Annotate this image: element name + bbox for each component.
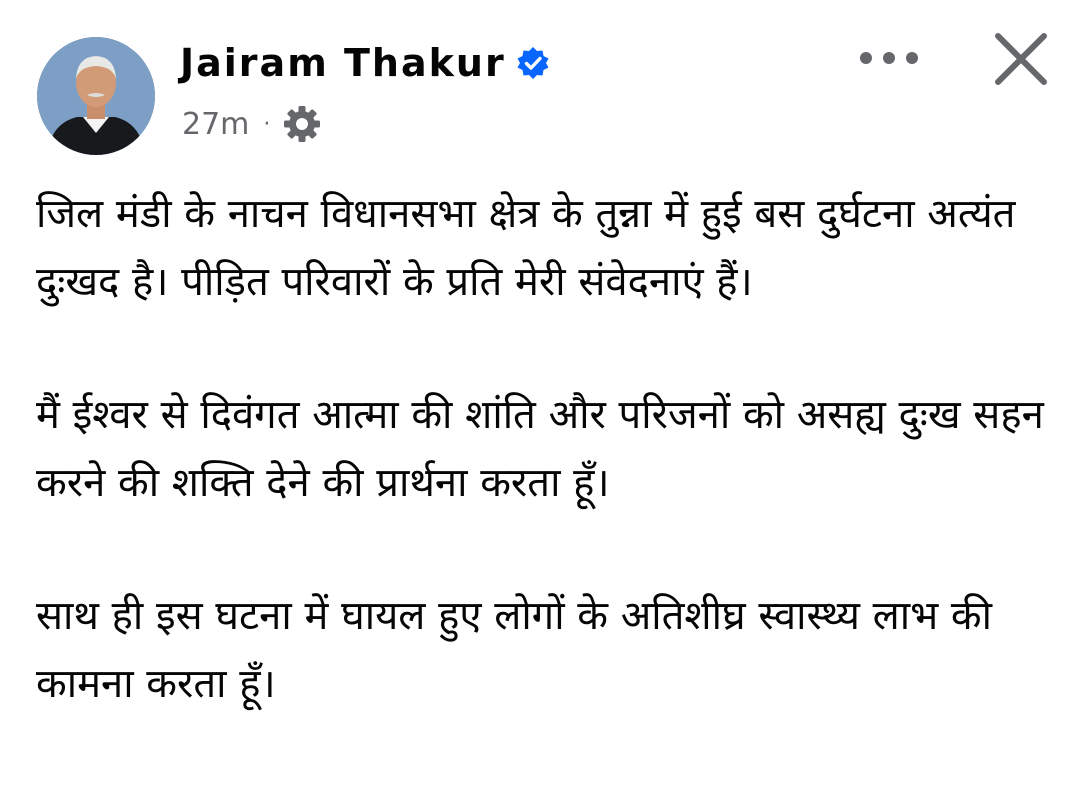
post-paragraph: जिल मंडी के नाचन विधानसभा क्षेत्र के तुन… xyxy=(36,191,1016,305)
author-row: Jairam Thakur xyxy=(180,38,550,88)
more-options-icon xyxy=(860,52,918,64)
author-name[interactable]: Jairam Thakur xyxy=(180,41,506,85)
post-paragraph: मैं ईश्वर से दिवंगत आत्मा की शांति और पर… xyxy=(36,392,1044,506)
post-meta: 27m · xyxy=(182,102,322,146)
timestamp[interactable]: 27m xyxy=(182,107,249,142)
meta-separator: · xyxy=(263,111,271,137)
post-text: जिल मंडी के नाचन विधानसभा क्षेत्र के तुन… xyxy=(36,180,1046,783)
gear-icon[interactable] xyxy=(282,104,322,144)
close-icon xyxy=(995,33,1047,85)
verified-badge-icon xyxy=(517,47,549,79)
avatar-portrait xyxy=(37,37,155,155)
close-button[interactable] xyxy=(990,28,1052,90)
post-paragraph: साथ ही इस घटना में घायल हुए लोगों के अति… xyxy=(36,593,993,707)
post-header: Jairam Thakur 27m · xyxy=(0,0,1080,160)
more-options-button[interactable] xyxy=(852,36,926,80)
avatar[interactable] xyxy=(37,37,155,155)
